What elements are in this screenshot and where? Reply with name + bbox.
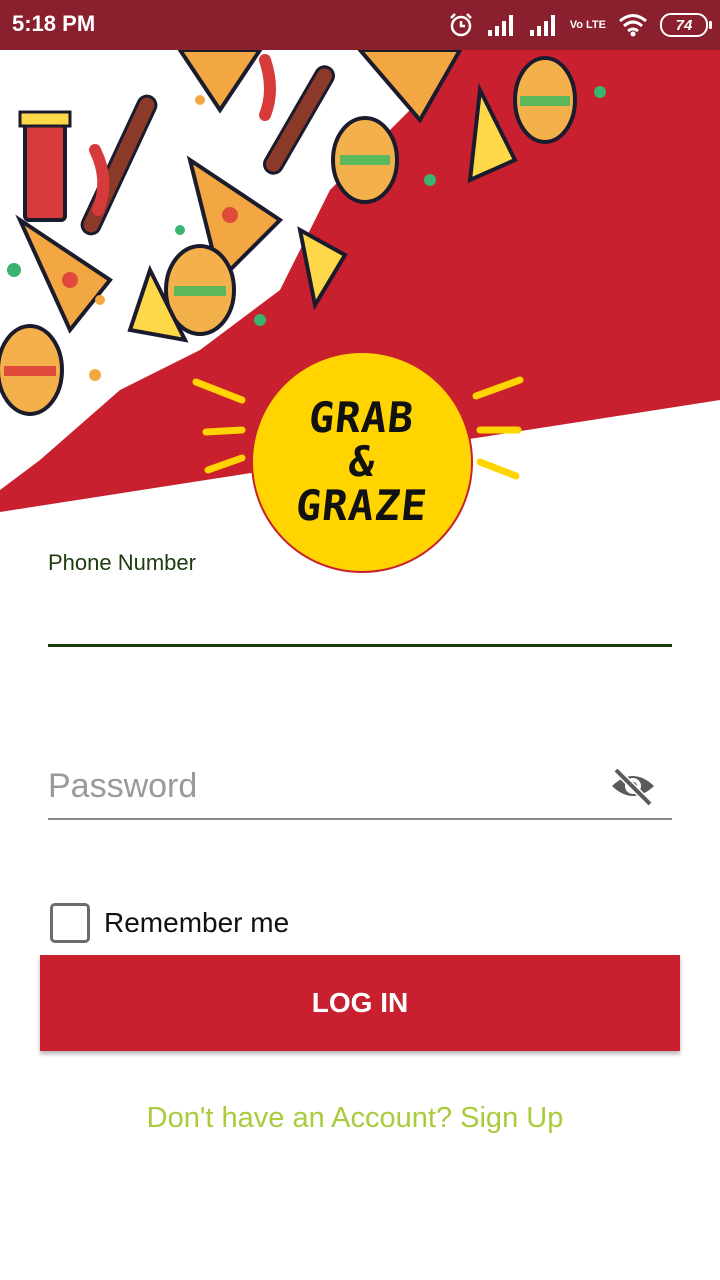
status-bar: 5:18 PM Vo LTE 74 bbox=[0, 0, 720, 50]
remember-me[interactable]: Remember me bbox=[50, 900, 289, 946]
logo-text-line3: GRAZE bbox=[293, 481, 431, 530]
status-icons: Vo LTE 74 bbox=[448, 10, 712, 40]
phone-underline bbox=[48, 644, 672, 647]
password-field[interactable] bbox=[48, 760, 672, 822]
logo-text-line1: GRAB bbox=[306, 393, 418, 442]
eye-off-icon[interactable] bbox=[610, 766, 656, 807]
logo-text-line2: & bbox=[346, 437, 378, 486]
signal-icon bbox=[528, 14, 558, 36]
network-type: Vo LTE bbox=[569, 18, 606, 31]
remember-label: Remember me bbox=[104, 907, 290, 938]
password-input[interactable] bbox=[48, 760, 608, 812]
brand-logo: GRAB & GRAZE bbox=[251, 351, 473, 573]
alarm-icon bbox=[448, 12, 474, 38]
remember-checkbox[interactable] bbox=[50, 903, 90, 943]
battery-icon: 74 bbox=[660, 13, 712, 37]
phone-label: Phone Number bbox=[48, 550, 196, 575]
signup-link[interactable]: Don't have an Account? Sign Up bbox=[0, 1102, 710, 1135]
wifi-icon bbox=[618, 13, 648, 37]
login-button[interactable]: LOG IN bbox=[40, 955, 680, 1051]
status-time: 5:18 PM bbox=[12, 11, 96, 36]
signal-icon bbox=[486, 14, 516, 36]
password-underline bbox=[48, 818, 672, 820]
